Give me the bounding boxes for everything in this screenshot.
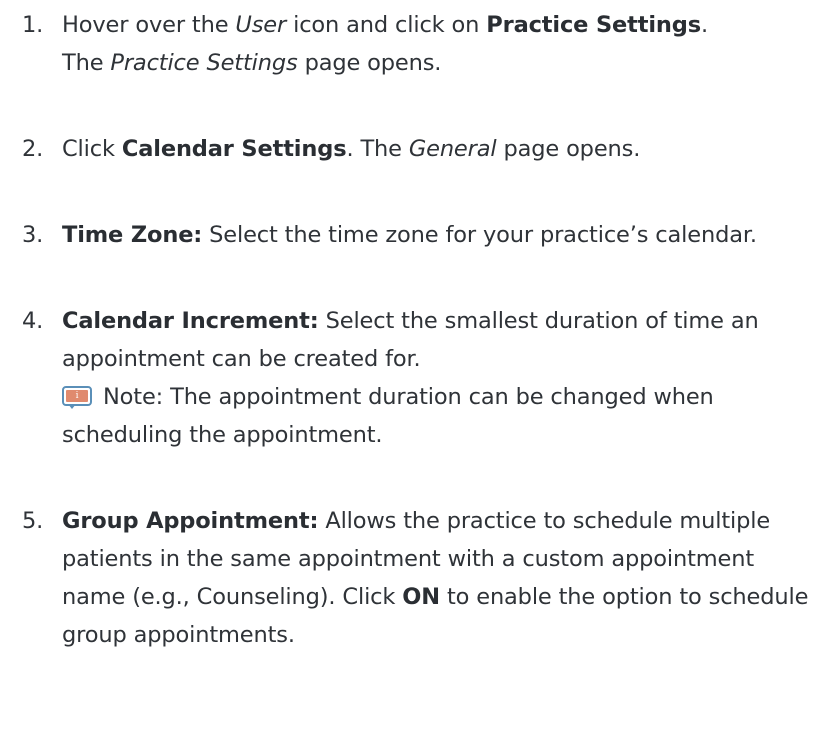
step-text-part: page opens. xyxy=(496,136,641,162)
step-1: 1. Hover over the User icon and click on… xyxy=(22,6,822,82)
step-2: 2. Click Calendar Settings. The General … xyxy=(22,130,822,168)
step-text: Hover over the User icon and click on Pr… xyxy=(62,6,822,82)
step-number: 1. xyxy=(22,12,44,38)
step-text-part: . xyxy=(700,12,708,38)
step-text-part: icon and click on xyxy=(286,12,487,38)
step-4: 4. Calendar Increment: Select the smalle… xyxy=(22,302,822,454)
step-text-part: The xyxy=(62,50,111,76)
step-text: Calendar Increment: Select the smallest … xyxy=(62,302,822,454)
note-icon-glyph: i xyxy=(66,390,88,402)
calendar-settings-term: Calendar Settings xyxy=(121,136,347,162)
step-text-part: Hover over the xyxy=(62,12,236,38)
group-appointment-label: Group Appointment: xyxy=(62,508,319,534)
step-text-part: . The xyxy=(346,136,409,162)
instruction-steps: 1. Hover over the User icon and click on… xyxy=(22,6,822,654)
step-3: 3. Time Zone: Select the time zone for y… xyxy=(22,216,822,254)
note-icon: i xyxy=(62,386,92,409)
step-text: Click Calendar Settings. The General pag… xyxy=(62,130,822,168)
step-5: 5. Group Appointment: Allows the practic… xyxy=(22,502,822,654)
general-page-term: General xyxy=(408,136,497,162)
time-zone-label: Time Zone: xyxy=(62,222,203,248)
step-text-part: page opens. xyxy=(297,50,442,76)
practice-settings-term: Practice Settings xyxy=(486,12,701,38)
on-term: ON xyxy=(402,584,440,610)
user-term: User xyxy=(235,12,287,38)
calendar-increment-label: Calendar Increment: xyxy=(62,308,319,334)
step-number: 2. xyxy=(22,136,44,162)
step-text-part: Click xyxy=(62,136,122,162)
step-text-part: Select the time zone for your practice’s… xyxy=(202,222,757,248)
step-text: Group Appointment: Allows the practice t… xyxy=(62,502,822,654)
step-number: 5. xyxy=(22,508,44,534)
step-number: 4. xyxy=(22,308,44,334)
step-text: Time Zone: Select the time zone for your… xyxy=(62,216,822,254)
step-number: 3. xyxy=(22,222,44,248)
practice-settings-page-term: Practice Settings xyxy=(110,50,298,76)
note-text: Note: The appointment duration can be ch… xyxy=(62,384,714,448)
note-icon-tail xyxy=(68,404,76,409)
